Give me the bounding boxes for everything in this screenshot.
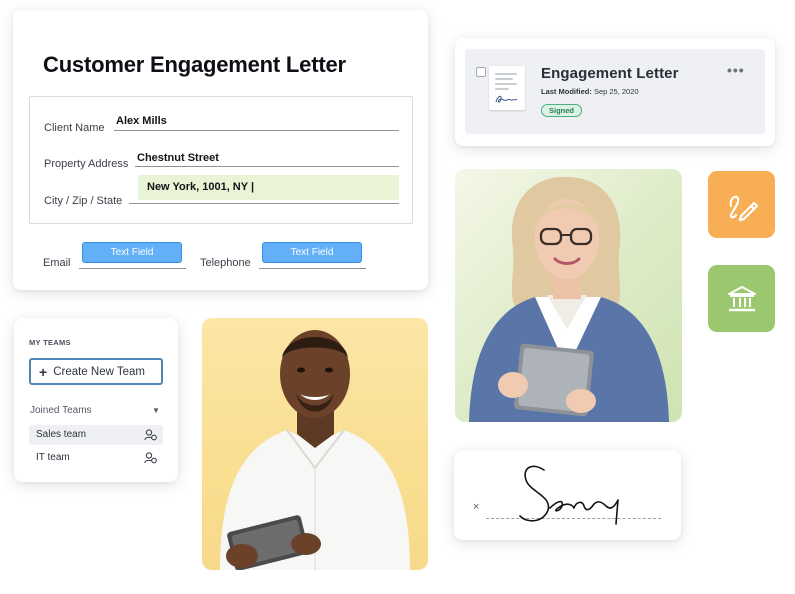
property-address-underline (135, 166, 399, 167)
team-item-label: Sales team (36, 429, 87, 440)
my-teams-card: MY TEAMS + Create New Team Joined Teams … (14, 318, 178, 482)
document-title: Engagement Letter (541, 65, 679, 82)
document-checkbox[interactable] (476, 67, 486, 77)
team-item-sales[interactable]: Sales team (29, 425, 163, 445)
document-thumbnail-icon (489, 66, 525, 110)
mini-signature-icon (495, 95, 518, 103)
bank-icon (727, 285, 756, 311)
telephone-text-field[interactable]: Text Field (262, 242, 362, 263)
handwritten-signature-icon (519, 465, 619, 525)
last-modified-date: Sep 25, 2020 (593, 87, 639, 96)
team-item-it[interactable]: IT team (29, 448, 163, 468)
signature-card[interactable]: × (454, 450, 681, 540)
woman-with-tablet-photo (455, 169, 682, 422)
property-address-value[interactable]: Chestnut Street (137, 152, 219, 164)
client-name-value[interactable]: Alex Mills (116, 115, 167, 127)
joined-teams-toggle[interactable]: Joined Teams (30, 405, 92, 416)
signature-x-mark: × (473, 501, 480, 513)
create-new-team-button[interactable]: + Create New Team (29, 358, 163, 385)
team-item-label: IT team (36, 452, 70, 463)
create-new-team-label: Create New Team (53, 365, 146, 378)
client-name-label: Client Name (44, 122, 105, 134)
document-card[interactable]: Engagement Letter Last Modified: Sep 25,… (455, 38, 775, 146)
caret-down-icon[interactable]: ▼ (152, 406, 160, 415)
email-label: Email (43, 257, 71, 269)
city-zip-state-input[interactable]: New York, 1001, NY | (138, 175, 399, 200)
woman-illustration (469, 176, 669, 422)
status-badge: Signed (541, 104, 583, 117)
city-zip-state-value: New York, 1001, NY | (147, 181, 255, 193)
email-text-field[interactable]: Text Field (82, 242, 182, 263)
document-row[interactable]: Engagement Letter Last Modified: Sep 25,… (465, 49, 765, 134)
city-zip-state-underline (129, 203, 399, 204)
last-modified-label: Last Modified: (541, 87, 592, 96)
client-name-underline (114, 130, 399, 131)
man-with-tablet-photo (202, 318, 428, 570)
plus-icon: + (39, 363, 48, 380)
telephone-underline (259, 268, 366, 269)
form-fields-box: Client Name Alex Mills Property Address … (29, 96, 413, 224)
engagement-form-card: Customer Engagement Letter Client Name A… (13, 10, 428, 290)
document-last-modified: Last Modified: Sep 25, 2020 (541, 87, 639, 96)
my-teams-heading: MY TEAMS (29, 338, 71, 347)
email-underline (79, 268, 186, 269)
signature-pen-icon (729, 195, 758, 221)
telephone-label: Telephone (200, 257, 251, 269)
more-options-icon[interactable]: ••• (727, 62, 745, 78)
city-zip-state-label: City / Zip / State (44, 195, 123, 207)
form-title: Customer Engagement Letter (43, 52, 346, 77)
sign-tile[interactable] (708, 171, 775, 238)
team-members-icon (144, 429, 157, 441)
man-illustration (220, 330, 410, 570)
property-address-label: Property Address (44, 158, 129, 170)
bank-tile[interactable] (708, 265, 775, 332)
team-members-icon (144, 452, 157, 464)
